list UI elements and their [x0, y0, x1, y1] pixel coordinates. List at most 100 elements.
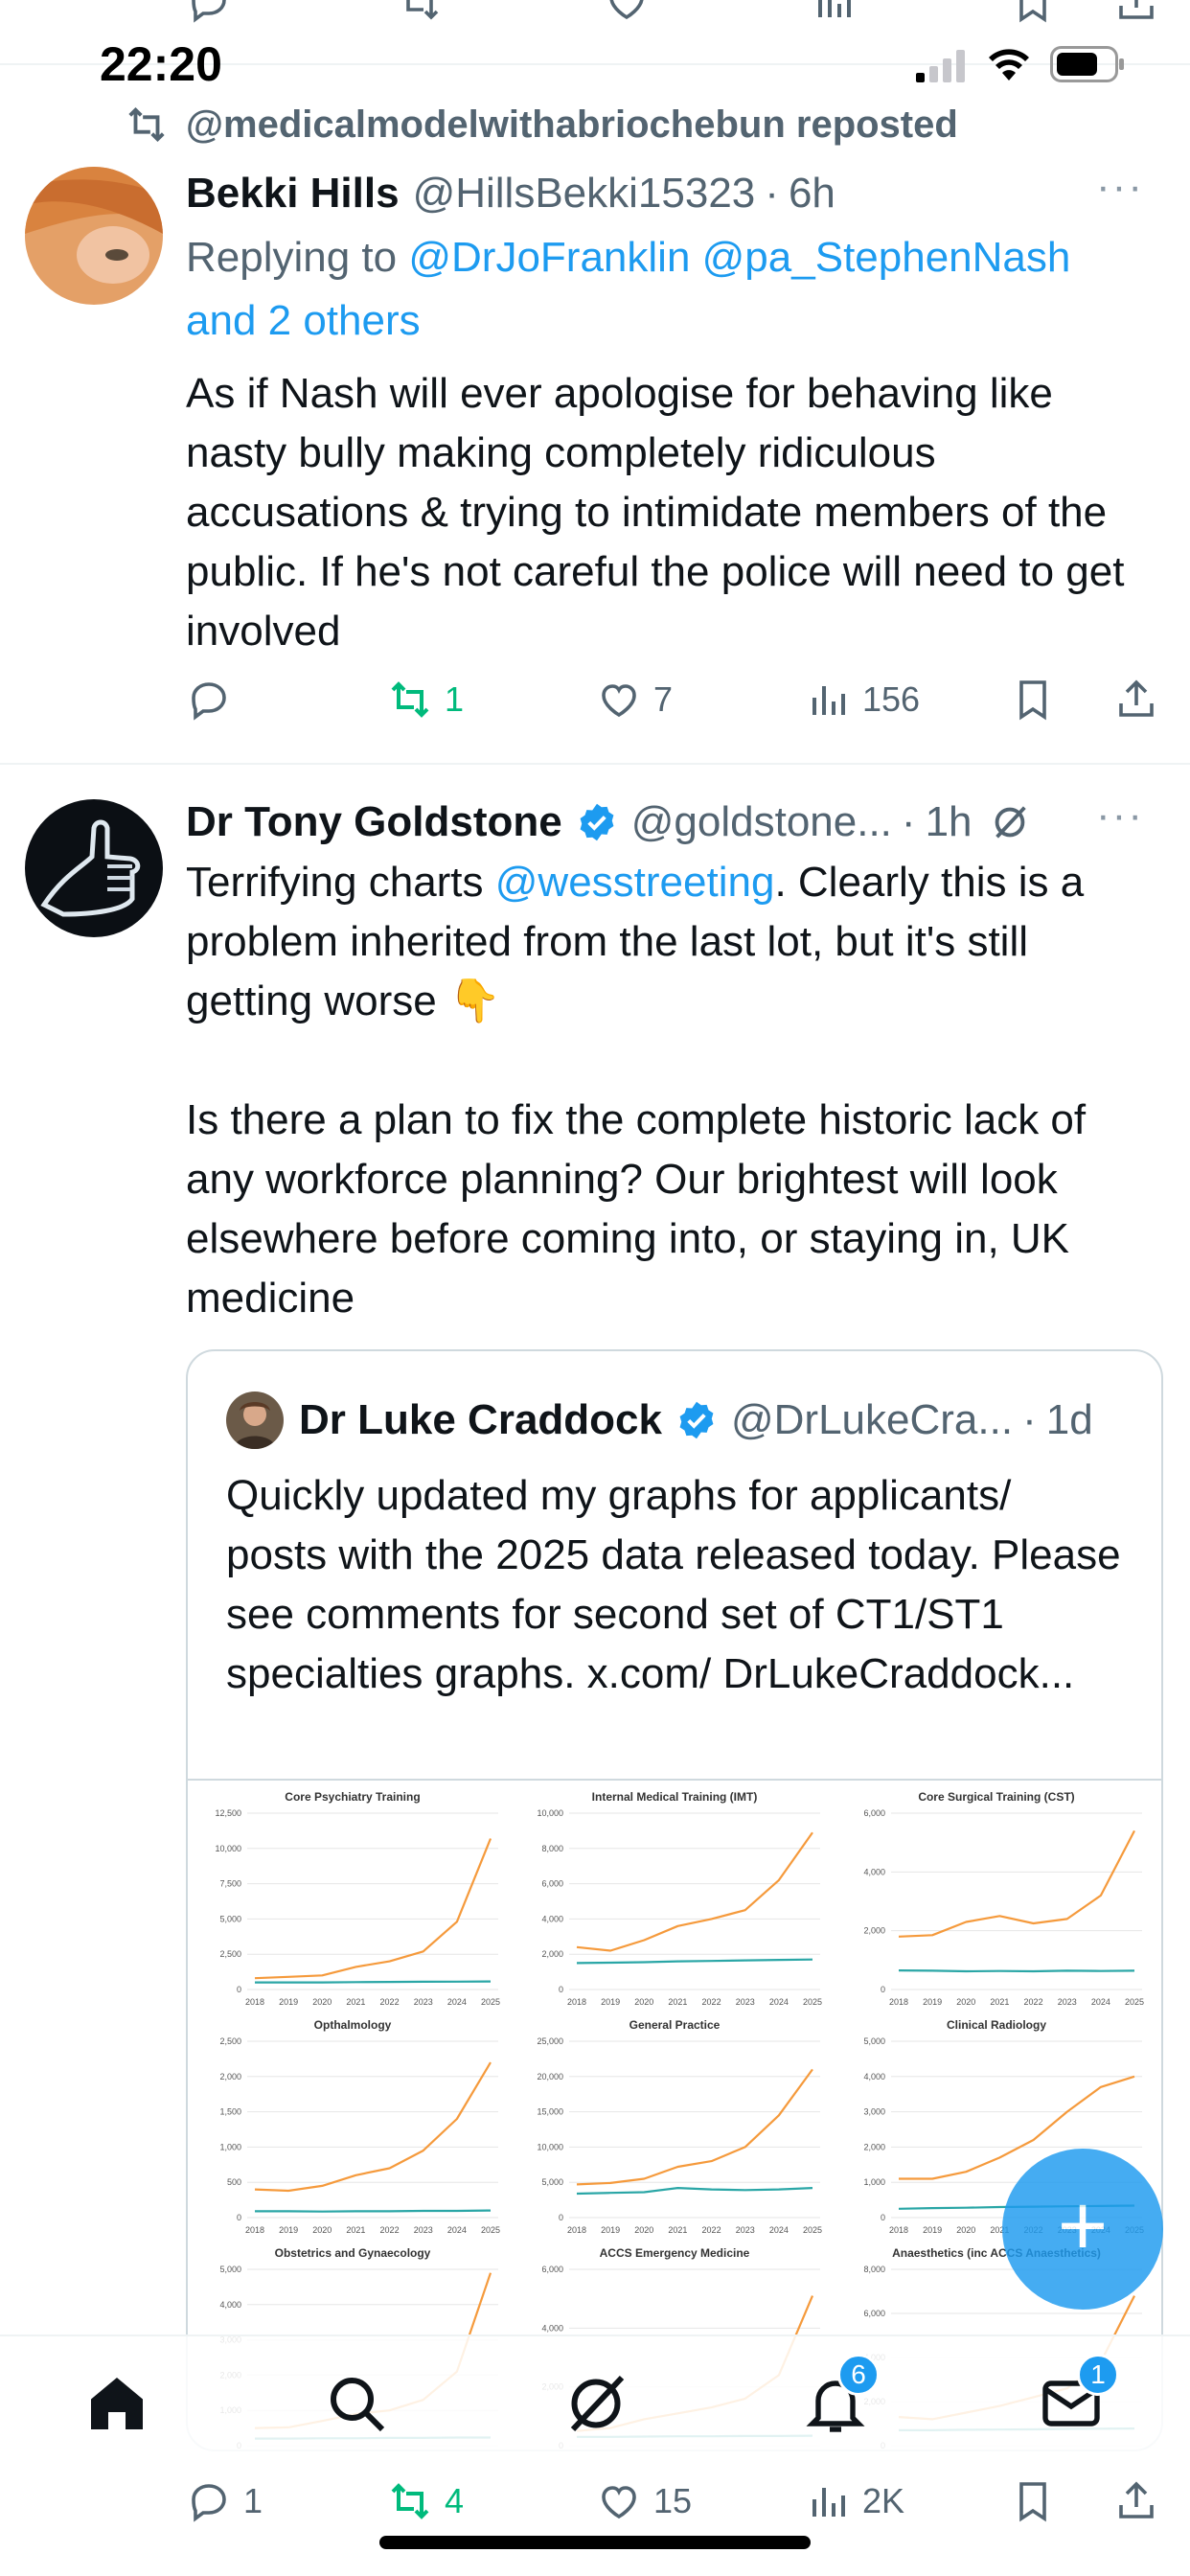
- compose-plus-icon: +: [1057, 2178, 1109, 2274]
- more-options-icon[interactable]: ···: [1096, 163, 1144, 211]
- avatar[interactable]: [25, 167, 163, 305]
- compose-button[interactable]: +: [1002, 2149, 1163, 2310]
- mention-link[interactable]: @wesstreeting: [495, 859, 775, 906]
- views-icon: [812, 2488, 845, 2517]
- x-tick-label: 2020: [312, 2225, 332, 2235]
- tweet-divider: [0, 763, 1190, 765]
- reply-button[interactable]: 1: [186, 2478, 263, 2524]
- share-button[interactable]: [1113, 677, 1159, 723]
- retweet-icon: [391, 2483, 429, 2519]
- series-line-teal: [898, 1969, 1135, 1973]
- verified-badge-icon: [580, 803, 614, 841]
- y-tick-label: 15,000: [537, 2107, 563, 2117]
- y-tick-label: 8,000: [863, 2265, 885, 2274]
- series-line-orange: [254, 2061, 492, 2193]
- series-line-orange: [898, 1829, 1135, 1938]
- retweet-button[interactable]: 4: [387, 2478, 464, 2524]
- replying-to-others[interactable]: and 2 others: [186, 297, 421, 344]
- grok-icon: [570, 2375, 625, 2432]
- avatar[interactable]: [25, 799, 163, 937]
- x-tick-label: 2018: [245, 1997, 264, 2007]
- views-icon: [812, 686, 845, 715]
- nav-messages[interactable]: 1: [1037, 2354, 1119, 2438]
- bottom-navigation: 6 1: [0, 2334, 1190, 2469]
- display-name[interactable]: Dr Luke Craddock: [299, 1396, 662, 1444]
- views-button[interactable]: 156: [805, 677, 920, 723]
- line-chart: 0 5,000 10,000 15,000 20,000 25,000 2018 2019 20…: [537, 2036, 822, 2235]
- display-name[interactable]: Dr Tony Goldstone: [186, 798, 562, 846]
- x-tick-label: 2018: [889, 1997, 908, 2007]
- y-tick-label: 500: [227, 2177, 241, 2187]
- chart-title: Core Psychiatry Training: [285, 1790, 421, 1804]
- x-tick-label: 2024: [1091, 1997, 1110, 2007]
- line-chart: 0 2,500 5,000 7,500 10,000 12,500 2018 2019 2020…: [215, 1808, 500, 2007]
- y-tick-label: 6,000: [541, 1879, 563, 1889]
- chart-panel: Core Surgical Training (CST) 0 2,000 4,000 6…: [843, 1784, 1150, 2011]
- x-tick-label: 2024: [769, 2225, 789, 2235]
- retweet-button[interactable]: 1: [387, 677, 464, 723]
- nav-grok[interactable]: [561, 2369, 630, 2438]
- nav-notifications[interactable]: 6: [801, 2354, 880, 2438]
- display-name[interactable]: Bekki Hills: [186, 170, 400, 218]
- tweet-text: Terrifying charts @wesstreeting. Clearly…: [186, 853, 1163, 1328]
- x-tick-label: 2020: [634, 2225, 653, 2235]
- home-indicator: [379, 2536, 811, 2549]
- bookmark-icon[interactable]: [1010, 0, 1056, 29]
- tweet-time: 1d: [1045, 1396, 1093, 1443]
- reply-icon[interactable]: [186, 0, 232, 29]
- y-tick-label: 1,000: [863, 2177, 885, 2187]
- nav-search[interactable]: [322, 2369, 391, 2438]
- status-time: 22:20: [100, 37, 222, 91]
- tweet-text: As if Nash will ever apologise for behav…: [186, 370, 1136, 655]
- replying-to-users[interactable]: @DrJoFranklin @pa_StephenNash: [408, 234, 1070, 281]
- user-handle[interactable]: @DrLukeCra...: [731, 1396, 1013, 1444]
- share-icon: [1119, 2481, 1154, 2518]
- like-button[interactable]: 7: [596, 677, 673, 723]
- line-chart: 0 2,000 4,000 6,000 8,000 10,000 2018 2019 2020 2…: [537, 1808, 822, 2007]
- y-tick-label: 4,000: [541, 1914, 563, 1923]
- repost-banner[interactable]: @medicalmodelwithabriochebun reposted: [125, 96, 958, 153]
- views-icon[interactable]: [811, 0, 857, 29]
- share-icon[interactable]: [1113, 0, 1159, 29]
- retweet-icon[interactable]: [397, 0, 443, 29]
- y-tick-label: 0: [559, 2213, 563, 2222]
- x-tick-label: 2019: [923, 2225, 942, 2235]
- x-tick-label: 2021: [346, 1997, 365, 2007]
- views-button[interactable]: 2K: [805, 2478, 904, 2524]
- like-icon[interactable]: [604, 0, 650, 29]
- y-tick-label: 1,500: [219, 2107, 241, 2117]
- bookmark-button[interactable]: [1010, 677, 1056, 723]
- y-tick-label: 5,000: [219, 2265, 241, 2274]
- share-button[interactable]: [1113, 2478, 1159, 2524]
- quoted-tweet[interactable]: Dr Luke Craddock @DrLukeCra... · 1d Quic…: [186, 1349, 1163, 2451]
- x-tick-label: 2025: [1125, 1997, 1144, 2007]
- more-options-icon[interactable]: ···: [1096, 792, 1144, 840]
- chart-title: ACCS Emergency Medicine: [599, 2246, 750, 2260]
- x-tick-label: 2020: [634, 1997, 653, 2007]
- avatar[interactable]: [226, 1392, 284, 1449]
- like-button[interactable]: 15: [596, 2478, 692, 2524]
- nav-home[interactable]: [82, 2369, 151, 2438]
- home-icon: [91, 2378, 143, 2429]
- x-tick-label: 2019: [601, 2225, 620, 2235]
- series-line-teal: [255, 1980, 492, 1984]
- x-tick-label: 2020: [956, 2225, 975, 2235]
- y-tick-label: 4,000: [219, 2300, 241, 2310]
- reply-button[interactable]: [186, 677, 232, 723]
- series-line-teal: [576, 1958, 813, 1965]
- tweet-time: 6h: [788, 170, 835, 217]
- y-tick-label: 1,000: [219, 2142, 241, 2151]
- chart-title: Obstetrics and Gynaecology: [274, 2246, 431, 2260]
- grok-icon[interactable]: [988, 800, 1032, 844]
- user-handle[interactable]: @goldstone...: [631, 798, 892, 846]
- chart-title: Opthalmology: [313, 2018, 392, 2032]
- user-handle[interactable]: @HillsBekki15323: [413, 170, 756, 218]
- x-tick-label: 2021: [668, 1997, 687, 2007]
- y-tick-label: 5,000: [219, 1914, 241, 1923]
- cellular-signal-icon: [916, 50, 965, 82]
- x-tick-label: 2021: [346, 2225, 365, 2235]
- x-tick-label: 2025: [481, 2225, 500, 2235]
- bookmark-button[interactable]: [1010, 2478, 1056, 2524]
- y-tick-label: 2,500: [219, 2036, 241, 2046]
- x-tick-label: 2019: [279, 2225, 298, 2235]
